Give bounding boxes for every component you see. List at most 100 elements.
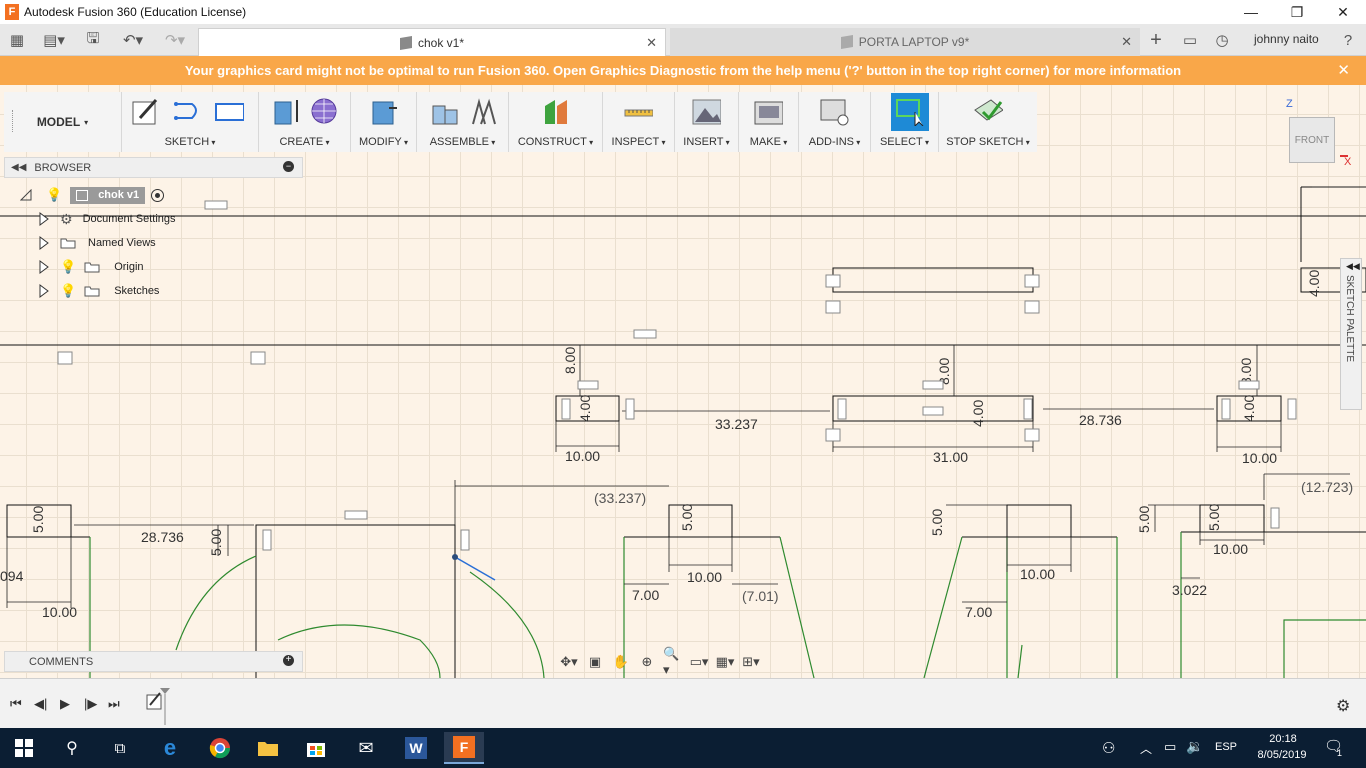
expand-triangle-icon[interactable]: [38, 260, 50, 274]
line-tool-icon[interactable]: [172, 96, 202, 126]
clock-date[interactable]: 8/05/2019: [1250, 749, 1314, 761]
close-window-button[interactable]: ✕: [1320, 0, 1366, 24]
dim-4-c[interactable]: 4.00: [1241, 395, 1257, 422]
select-tool-icon[interactable]: [895, 96, 925, 126]
press-pull-icon[interactable]: [369, 96, 399, 126]
word-icon[interactable]: W: [396, 732, 436, 764]
fusion-taskbar-icon[interactable]: F: [444, 732, 484, 764]
fit-zoom-icon[interactable]: 🔍▾: [663, 646, 683, 677]
job-status-clock-icon[interactable]: ◷: [1212, 30, 1232, 50]
dim-7-b[interactable]: 7.00: [965, 604, 992, 620]
insert-group[interactable]: INSERT: [675, 92, 739, 152]
help-icon[interactable]: ?: [1338, 30, 1358, 50]
dim-4-b[interactable]: 4.00: [970, 400, 986, 427]
user-account-name[interactable]: johnny naito: [1254, 32, 1319, 46]
dim-10-b[interactable]: 10.00: [1242, 450, 1277, 466]
dim-5-a[interactable]: 5.00: [30, 506, 46, 533]
visibility-bulb-icon[interactable]: 💡: [46, 187, 62, 203]
activate-radio-icon[interactable]: [151, 188, 165, 202]
step-back-icon[interactable]: ◀|: [34, 696, 47, 712]
measure-icon[interactable]: [623, 96, 653, 126]
undo-icon[interactable]: ↶▾: [118, 30, 148, 50]
visibility-bulb-icon[interactable]: 💡: [60, 283, 76, 299]
zoom-icon[interactable]: ⊕: [637, 653, 657, 671]
expand-triangle-icon[interactable]: [38, 212, 50, 226]
grid-settings-icon[interactable]: ▦▾: [715, 653, 735, 671]
visibility-bulb-icon[interactable]: 💡: [60, 259, 76, 275]
step-forward-icon[interactable]: |▶: [84, 696, 97, 712]
dim-31[interactable]: 31.00: [933, 449, 968, 465]
show-hidden-icons-chevron-icon[interactable]: ︿: [1140, 740, 1152, 757]
stop-sketch-group[interactable]: STOP SKETCH: [939, 92, 1037, 152]
addins-group[interactable]: ADD-INS: [799, 92, 871, 152]
display-settings-icon[interactable]: ▭▾: [689, 653, 709, 671]
expand-palette-icon[interactable]: ◀◀: [1346, 261, 1360, 272]
collapse-browser-icon[interactable]: ◀◀: [11, 162, 26, 173]
chrome-icon[interactable]: [200, 732, 240, 764]
make-group[interactable]: MAKE: [739, 92, 799, 152]
network-icon[interactable]: ▭: [1164, 739, 1176, 755]
viewports-icon[interactable]: ⊞▾: [741, 653, 761, 671]
tab-porta-laptop[interactable]: PORTA LAPTOP v9* ✕: [670, 28, 1140, 56]
save-icon[interactable]: 🖫: [84, 30, 102, 50]
close-tab-icon[interactable]: ✕: [646, 35, 657, 51]
file-explorer-icon[interactable]: [248, 732, 288, 764]
edge-browser-icon[interactable]: e: [150, 732, 190, 764]
search-icon[interactable]: ⚲: [52, 732, 92, 764]
dim-4-a[interactable]: 4.00: [577, 395, 593, 422]
mail-icon[interactable]: ✉: [346, 732, 386, 764]
orbit-icon[interactable]: ✥▾: [559, 653, 579, 671]
dim-3-022[interactable]: 3.022: [1172, 582, 1207, 598]
timeline-settings-gear-icon[interactable]: ⚙: [1336, 696, 1350, 716]
new-tab-plus-icon[interactable]: +: [1146, 29, 1166, 51]
assemble-group[interactable]: ASSEMBLE: [417, 92, 509, 152]
file-menu-icon[interactable]: ▤▾: [40, 30, 68, 50]
inspect-group[interactable]: INSPECT: [603, 92, 675, 152]
restore-button[interactable]: ❐: [1274, 0, 1320, 24]
browser-item-sketches[interactable]: 💡 Sketches: [38, 281, 159, 301]
stop-sketch-icon[interactable]: [973, 96, 1003, 126]
offset-plane-icon[interactable]: [541, 96, 571, 126]
dim-5-b[interactable]: 5.00: [208, 529, 224, 556]
select-group[interactable]: SELECT: [871, 92, 939, 152]
3d-print-icon[interactable]: [753, 96, 783, 126]
joint-icon[interactable]: [467, 96, 497, 126]
expand-triangle-icon[interactable]: [38, 236, 50, 250]
clock-time[interactable]: 20:18: [1263, 733, 1303, 745]
dim-5-c[interactable]: 5.00: [679, 504, 695, 531]
timeline-marker-icon[interactable]: [159, 687, 171, 725]
browser-item-named-views[interactable]: Named Views: [38, 233, 156, 253]
tab-chok-v1[interactable]: chok v1* ✕: [198, 28, 666, 56]
close-banner-icon[interactable]: ✕: [1337, 61, 1350, 79]
go-to-end-icon[interactable]: ⏭: [108, 696, 120, 712]
extrude-icon[interactable]: [271, 96, 301, 126]
redo-icon[interactable]: ↷▾: [160, 30, 190, 50]
volume-icon[interactable]: 🔉: [1186, 738, 1203, 755]
dim-5-e[interactable]: 5.00: [1136, 506, 1152, 533]
notifications-icon[interactable]: ▭: [1180, 30, 1200, 50]
dim-28-736-top[interactable]: 28.736: [1079, 412, 1122, 428]
dim-10-c[interactable]: 10.00: [42, 604, 77, 620]
insert-image-icon[interactable]: [691, 96, 721, 126]
play-icon[interactable]: ▶: [60, 696, 70, 712]
dim-8-a[interactable]: 8.00: [562, 347, 578, 374]
view-cube[interactable]: FRONT: [1289, 117, 1335, 163]
root-component-chip[interactable]: chok v1: [70, 186, 146, 204]
new-component-icon[interactable]: [429, 96, 459, 126]
browser-item-origin[interactable]: 💡 Origin: [38, 257, 144, 277]
create-group[interactable]: CREATE: [259, 92, 351, 152]
data-panel-grid-icon[interactable]: ▦: [8, 30, 26, 50]
dim-4-d[interactable]: 4.00: [1306, 270, 1322, 297]
minimize-button[interactable]: —: [1228, 0, 1274, 24]
people-icon[interactable]: ⚇: [1102, 739, 1115, 757]
dim-28-736-low[interactable]: 28.736: [141, 529, 184, 545]
create-sketch-icon[interactable]: [130, 96, 160, 126]
form-mesh-icon[interactable]: [309, 96, 339, 126]
task-view-icon[interactable]: ⧉: [100, 732, 140, 764]
scripts-addins-icon[interactable]: [819, 96, 849, 126]
add-comment-icon[interactable]: +: [283, 655, 294, 666]
dim-ref-33-237[interactable]: (33.237): [594, 490, 646, 506]
dim-10-e[interactable]: 10.00: [1020, 566, 1055, 582]
dim-5-d[interactable]: 5.00: [929, 509, 945, 536]
expand-triangle-icon[interactable]: [38, 284, 50, 298]
